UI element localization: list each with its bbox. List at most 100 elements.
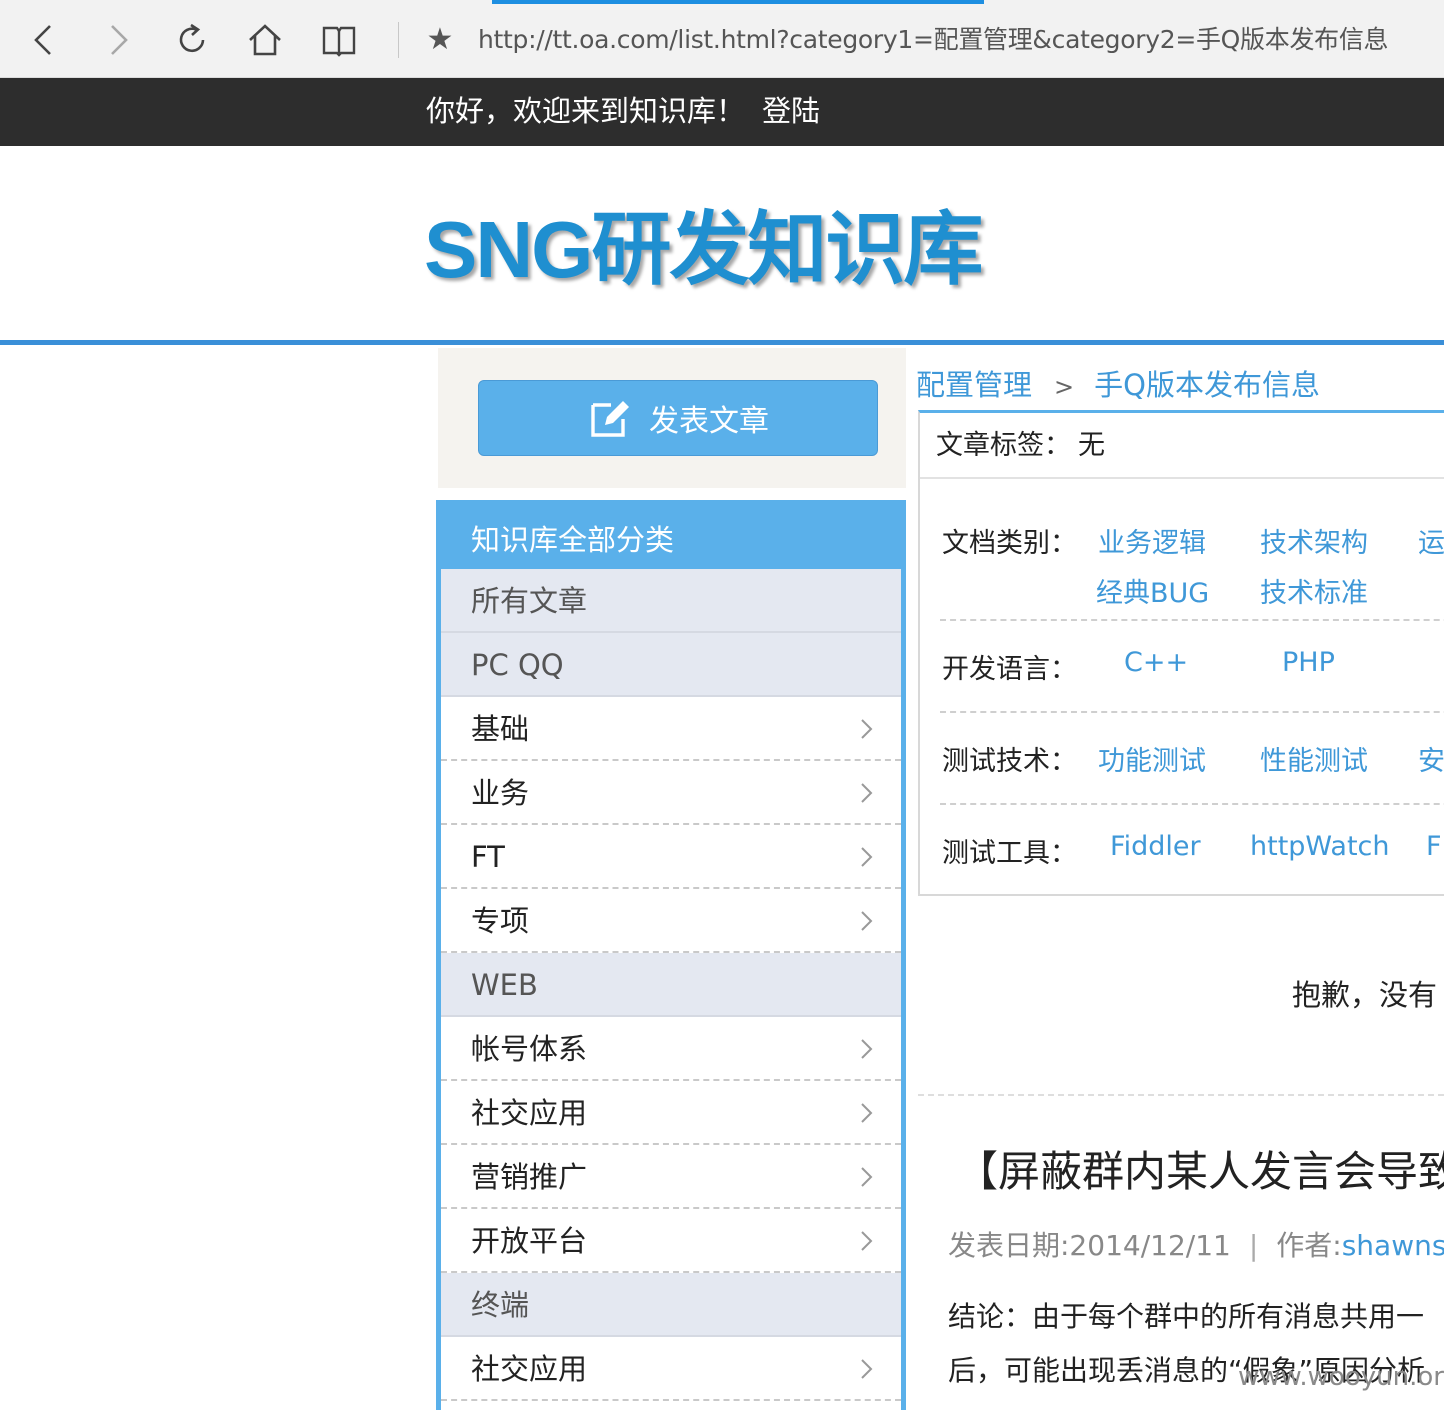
category-item[interactable]: 开放平台 xyxy=(441,1209,901,1273)
login-link[interactable]: 登陆 xyxy=(762,78,820,146)
article-title[interactable]: 【屏蔽群内某人发言会导致 xyxy=(956,1142,1444,1202)
no-results-message: 抱歉，没有 xyxy=(1292,978,1438,1012)
category-label: 终端 xyxy=(471,1288,530,1322)
category-group-header[interactable]: 终端 xyxy=(441,1273,901,1337)
chevron-right-icon xyxy=(859,1209,879,1273)
chevron-right-icon xyxy=(859,761,879,825)
category-item[interactable]: 专项 xyxy=(441,889,901,953)
category-label: 帐号体系 xyxy=(471,1032,588,1066)
category-item[interactable]: 社交应用 xyxy=(441,1337,901,1401)
content-divider xyxy=(918,1094,1444,1096)
category-item[interactable]: 业务 xyxy=(441,761,901,825)
category-label: 基础 xyxy=(471,712,530,746)
category-group-header[interactable]: 所有文章 xyxy=(441,569,901,633)
chevron-right-icon xyxy=(859,1017,879,1081)
category-list: 所有文章 PC QQ 基础 业务 FT 专项 WEB 帐号体系 社交应用 营销推广 开放平台 终端 社交… xyxy=(441,569,901,1401)
breadcrumb-level2[interactable]: 手Q版本发布信息 xyxy=(1094,368,1320,402)
category-label: 社交应用 xyxy=(471,1352,588,1386)
publish-panel: 发表文章 xyxy=(438,348,906,488)
filter-panel: 文章标签： 无 文档类别： 业务逻辑 技术架构 运 经典BUG 技术标准 开发语… xyxy=(918,410,1444,896)
category-label: PC QQ xyxy=(471,648,564,682)
site-top-bar: 你好，欢迎来到知识库！ 登陆 xyxy=(0,78,1444,146)
back-button[interactable] xyxy=(24,20,64,60)
test-tools-option[interactable]: F xyxy=(1426,831,1442,862)
breadcrumb: 配置管理 > 手Q版本发布信息 xyxy=(916,360,1320,410)
article-date: 发表日期:2014/12/11 xyxy=(948,1229,1231,1262)
category-item[interactable]: FT xyxy=(441,825,901,889)
doc-type-option[interactable]: 技术架构 xyxy=(1260,521,1368,560)
category-label: 业务 xyxy=(471,776,530,810)
doc-type-option[interactable]: 技术标准 xyxy=(1260,571,1368,610)
category-menu: 知识库全部分类 所有文章 PC QQ 基础 业务 FT 专项 WEB 帐号体系 社交应用 营销推广… xyxy=(436,500,906,1410)
header-divider xyxy=(0,340,1444,345)
category-group-header[interactable]: WEB xyxy=(441,953,901,1017)
category-label: 营销推广 xyxy=(471,1160,588,1194)
filter-row-language: 开发语言： C++ PHP xyxy=(940,621,1444,713)
category-label: FT xyxy=(471,840,505,874)
refresh-icon xyxy=(179,23,205,52)
breadcrumb-level1[interactable]: 配置管理 xyxy=(916,368,1032,402)
watermark: www.wooyun.org xyxy=(1238,1362,1444,1392)
category-item[interactable]: 基础 xyxy=(441,697,901,761)
site-logo[interactable]: SNG研发知识库 xyxy=(424,200,983,300)
publish-article-label: 发表文章 xyxy=(649,404,769,439)
chevron-right-icon xyxy=(859,825,879,889)
excerpt-line: 结论：由于每个群中的所有消息共用一 xyxy=(948,1300,1425,1333)
test-tech-option[interactable]: 功能测试 xyxy=(1098,739,1206,778)
meta-separator: | xyxy=(1248,1229,1259,1262)
category-group-header[interactable]: PC QQ xyxy=(441,633,901,697)
refresh-button[interactable] xyxy=(172,20,212,60)
language-option[interactable]: C++ xyxy=(1124,647,1188,678)
author-label: 作者: xyxy=(1276,1229,1342,1262)
breadcrumb-separator: > xyxy=(1054,373,1075,401)
category-label: 专项 xyxy=(471,904,530,938)
doc-type-option[interactable]: 运 xyxy=(1418,521,1444,560)
back-arrow-icon xyxy=(34,25,51,55)
test-tools-option[interactable]: httpWatch xyxy=(1250,831,1389,862)
test-tech-option[interactable]: 性能测试 xyxy=(1260,739,1368,778)
chevron-right-icon xyxy=(859,1081,879,1145)
page-load-progress xyxy=(492,0,984,4)
category-item[interactable]: 营销推广 xyxy=(441,1145,901,1209)
doc-type-option[interactable]: 业务逻辑 xyxy=(1098,521,1206,560)
chevron-right-icon xyxy=(859,697,879,761)
filter-row-test-tools: 测试工具： Fiddler httpWatch F xyxy=(940,805,1444,897)
category-label: 开放平台 xyxy=(471,1224,588,1258)
forward-arrow-icon xyxy=(111,25,128,55)
reading-view-button[interactable] xyxy=(319,20,359,60)
address-bar[interactable]: http://tt.oa.com/list.html?category1=配置管… xyxy=(478,20,1428,60)
home-icon xyxy=(249,24,281,56)
category-label: WEB xyxy=(471,968,538,1002)
book-icon xyxy=(322,26,356,57)
forward-button[interactable] xyxy=(98,20,138,60)
favorite-star-icon[interactable]: ★ xyxy=(422,20,458,60)
publish-article-button[interactable]: 发表文章 xyxy=(478,380,878,456)
language-label: 开发语言： xyxy=(942,654,1077,685)
category-item[interactable]: 社交应用 xyxy=(441,1081,901,1145)
filter-row-test-tech: 测试技术： 功能测试 性能测试 安 xyxy=(940,713,1444,805)
article-tags-label: 文章标签： xyxy=(936,430,1071,461)
author-link[interactable]: shawnsc xyxy=(1342,1229,1444,1262)
toolbar-divider xyxy=(398,22,399,58)
doc-type-option[interactable]: 经典BUG xyxy=(1096,571,1209,610)
test-tech-label: 测试技术： xyxy=(942,746,1077,777)
chevron-right-icon xyxy=(859,1337,879,1401)
article-tags-row: 文章标签： 无 xyxy=(920,413,1444,479)
test-tools-option[interactable]: Fiddler xyxy=(1110,831,1201,862)
category-label: 所有文章 xyxy=(471,584,588,618)
test-tools-label: 测试工具： xyxy=(942,838,1077,869)
chevron-right-icon xyxy=(859,1145,879,1209)
category-item[interactable]: 帐号体系 xyxy=(441,1017,901,1081)
home-button[interactable] xyxy=(245,20,285,60)
test-tech-option[interactable]: 安 xyxy=(1418,739,1444,778)
edit-icon xyxy=(591,401,629,437)
doc-type-label: 文档类别： xyxy=(942,528,1077,559)
chevron-right-icon xyxy=(859,889,879,953)
article-meta: 发表日期:2014/12/11 | 作者:shawnsc xyxy=(948,1224,1444,1268)
filter-row-doc-type: 文档类别： 业务逻辑 技术架构 运 经典BUG 技术标准 xyxy=(940,501,1444,621)
category-menu-title: 知识库全部分类 xyxy=(441,505,901,569)
language-option[interactable]: PHP xyxy=(1282,647,1335,678)
welcome-text: 你好，欢迎来到知识库！ xyxy=(426,94,746,128)
article-tags-value: 无 xyxy=(1078,430,1105,461)
browser-toolbar: ★ http://tt.oa.com/list.html?category1=配… xyxy=(0,0,1444,78)
